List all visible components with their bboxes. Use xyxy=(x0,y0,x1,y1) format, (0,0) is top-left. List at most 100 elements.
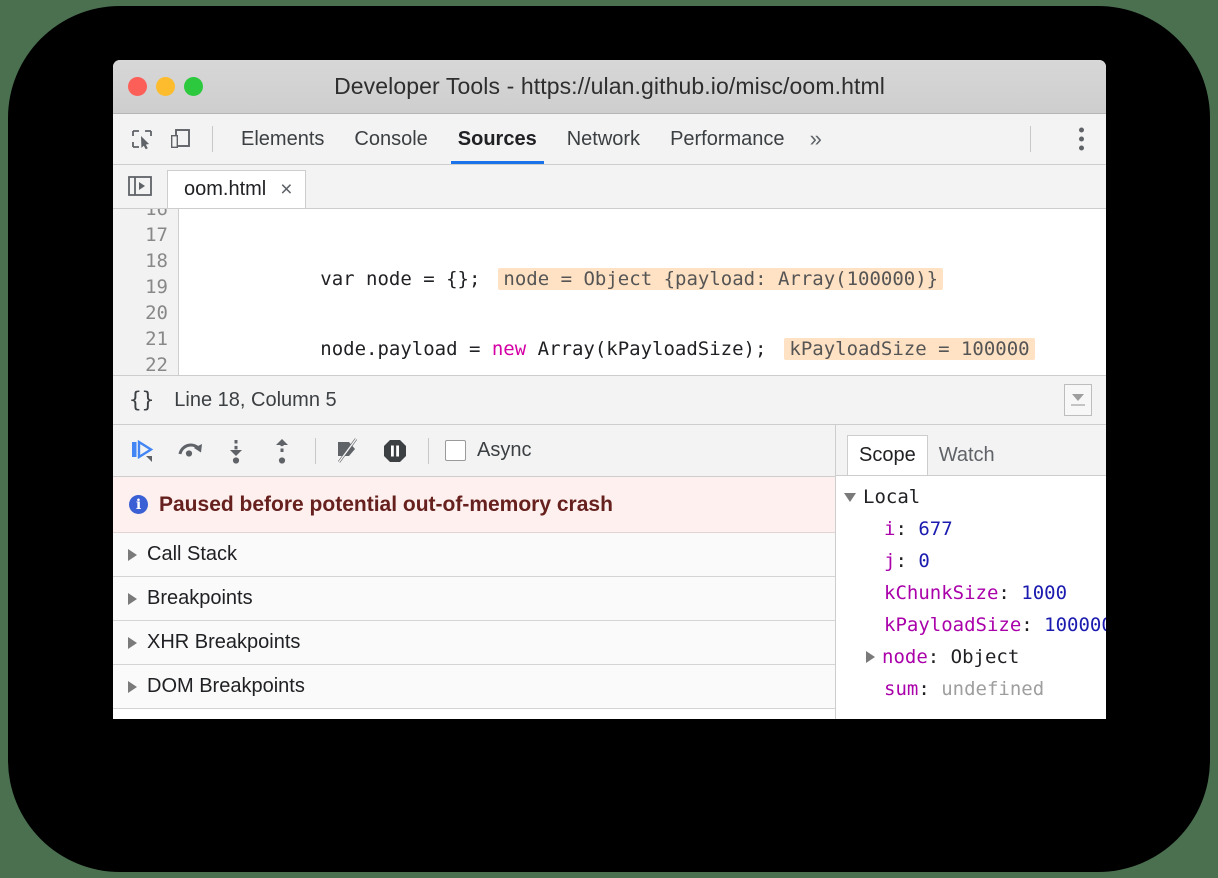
variable-value: undefined xyxy=(941,673,1044,705)
tab-network[interactable]: Network xyxy=(552,114,655,164)
minimize-button[interactable] xyxy=(156,77,175,96)
tab-scope[interactable]: Scope xyxy=(847,435,928,475)
file-tab-strip: oom.html × xyxy=(113,165,1106,209)
section-label: XHR Breakpoints xyxy=(147,631,300,654)
step-out-of-current-function-button[interactable] xyxy=(259,431,305,471)
line-number: 18 xyxy=(113,248,178,274)
variable-value: 1000 xyxy=(1021,577,1067,609)
tab-sources[interactable]: Sources xyxy=(443,114,552,164)
kebab-menu-icon[interactable] xyxy=(1079,128,1084,151)
scope-variable-i[interactable]: i: 677 xyxy=(836,513,1106,545)
variable-value: 677 xyxy=(918,513,952,545)
keyword-new: new xyxy=(492,338,526,360)
pretty-print-icon[interactable]: {} xyxy=(129,388,154,412)
variable-value: Object xyxy=(951,641,1020,673)
section-label: DOM Breakpoints xyxy=(147,675,305,698)
toolbar-divider-right xyxy=(1030,126,1031,152)
resume-script-execution-button[interactable] xyxy=(121,431,167,471)
scope-variable-kchunksize[interactable]: kChunkSize: 1000 xyxy=(836,577,1106,609)
line-number: 21 xyxy=(113,326,178,352)
devtools-toolbar: Elements Console Sources Network Perform… xyxy=(113,114,1106,165)
variable-name: i xyxy=(884,513,895,545)
line-number: 19 xyxy=(113,274,178,300)
debugger-controls-bar: Async xyxy=(113,425,835,477)
debugger-pane: Async i Paused before potential out-of-m… xyxy=(113,425,836,719)
show-drawer-icon[interactable] xyxy=(1064,384,1092,416)
title-bar: Developer Tools - https://ulan.github.io… xyxy=(113,60,1106,114)
panel-tabs: Elements Console Sources Network Perform… xyxy=(226,114,832,164)
line-number: 22 xyxy=(113,352,178,376)
toolbar-divider xyxy=(212,126,213,152)
inline-value-hint: kPayloadSize = 100000 xyxy=(784,338,1034,360)
inspect-element-icon[interactable] xyxy=(123,122,161,156)
zoom-button[interactable] xyxy=(184,77,203,96)
async-checkbox[interactable] xyxy=(445,440,466,461)
scope-pane: Scope Watch Local i: 677 j: 0 kChunkSize… xyxy=(836,425,1106,719)
async-divider xyxy=(428,438,429,464)
section-label: Call Stack xyxy=(147,543,237,566)
chevron-right-icon[interactable] xyxy=(866,651,875,663)
paused-banner-text: Paused before potential out-of-memory cr… xyxy=(159,493,613,517)
controls-divider xyxy=(315,438,316,464)
scope-variable-j[interactable]: j: 0 xyxy=(836,545,1106,577)
inline-value-hint: node = Object {payload: Array(100000)} xyxy=(498,268,943,290)
scope-variable-node[interactable]: node: Object xyxy=(836,641,1106,673)
variable-name: sum xyxy=(884,673,918,705)
chevron-right-icon xyxy=(128,549,137,561)
line-number: 20 xyxy=(113,300,178,326)
show-navigator-icon[interactable] xyxy=(125,171,155,201)
scope-root-label: Local xyxy=(863,481,920,513)
window-title: Developer Tools - https://ulan.github.io… xyxy=(113,73,1106,100)
variable-name: kChunkSize xyxy=(884,577,998,609)
code-text: node.payload = xyxy=(275,338,492,360)
section-dom-breakpoints[interactable]: DOM Breakpoints xyxy=(113,665,835,709)
close-icon[interactable]: × xyxy=(280,179,292,200)
variable-name: node xyxy=(882,641,928,673)
code-line-16: var node = {};node = Object {payload: Ar… xyxy=(179,240,1106,266)
tab-elements[interactable]: Elements xyxy=(226,114,339,164)
line-number-gutter: 16 17 18 19 20 21 22 xyxy=(113,209,179,375)
close-button[interactable] xyxy=(128,77,147,96)
editor-status-bar: {} Line 18, Column 5 xyxy=(113,376,1106,425)
async-label: Async xyxy=(477,439,531,462)
variable-name: kPayloadSize xyxy=(884,609,1021,641)
scope-variable-sum[interactable]: sum: undefined xyxy=(836,673,1106,705)
code-editor[interactable]: 16 17 18 19 20 21 22 var node = {}; node … xyxy=(113,209,1106,376)
section-label: Breakpoints xyxy=(147,587,253,610)
section-call-stack[interactable]: Call Stack xyxy=(113,533,835,577)
window-controls xyxy=(128,77,203,96)
step-into-next-function-call-button[interactable] xyxy=(213,431,259,471)
chevron-down-icon xyxy=(844,493,856,502)
info-icon: i xyxy=(129,495,148,514)
section-xhr-breakpoints[interactable]: XHR Breakpoints xyxy=(113,621,835,665)
file-tab-label: oom.html xyxy=(184,178,266,201)
chevron-right-icon xyxy=(128,681,137,693)
code-content[interactable]: var node = {}; node = Object {payload: Ar… xyxy=(179,209,1106,375)
scope-root-local[interactable]: Local xyxy=(836,481,1106,513)
scope-watch-tabs: Scope Watch xyxy=(836,425,1106,476)
pause-on-exceptions-button[interactable] xyxy=(372,431,418,471)
tab-console[interactable]: Console xyxy=(339,114,442,164)
paused-banner: i Paused before potential out-of-memory … xyxy=(113,477,835,533)
more-tabs-button[interactable]: » xyxy=(800,114,832,164)
step-over-next-function-call-button[interactable] xyxy=(167,431,213,471)
deactivate-breakpoints-button[interactable] xyxy=(326,431,372,471)
code-line-17: node.payload = new Array(kPayloadSize);k… xyxy=(179,310,1106,336)
code-text: var node = {}; xyxy=(275,268,481,290)
variable-value: 0 xyxy=(918,545,929,577)
chevron-right-icon xyxy=(128,637,137,649)
line-number: 17 xyxy=(113,222,178,248)
code-text: Array(kPayloadSize); xyxy=(526,338,766,360)
line-number: 16 xyxy=(113,209,178,222)
section-breakpoints[interactable]: Breakpoints xyxy=(113,577,835,621)
tab-performance[interactable]: Performance xyxy=(655,114,800,164)
async-checkbox-group[interactable]: Async xyxy=(445,439,531,462)
variable-name: j xyxy=(884,545,895,577)
file-tab-oom-html[interactable]: oom.html × xyxy=(167,170,306,208)
scope-variable-tree: Local i: 677 j: 0 kChunkSize: 1000 kPayl… xyxy=(836,476,1106,705)
device-toolbar-icon[interactable] xyxy=(161,122,199,156)
lower-panes: Async i Paused before potential out-of-m… xyxy=(113,425,1106,719)
tab-watch[interactable]: Watch xyxy=(928,435,1006,475)
scope-variable-kpayloadsize[interactable]: kPayloadSize: 100000 xyxy=(836,609,1106,641)
variable-value: 100000 xyxy=(1044,609,1106,641)
